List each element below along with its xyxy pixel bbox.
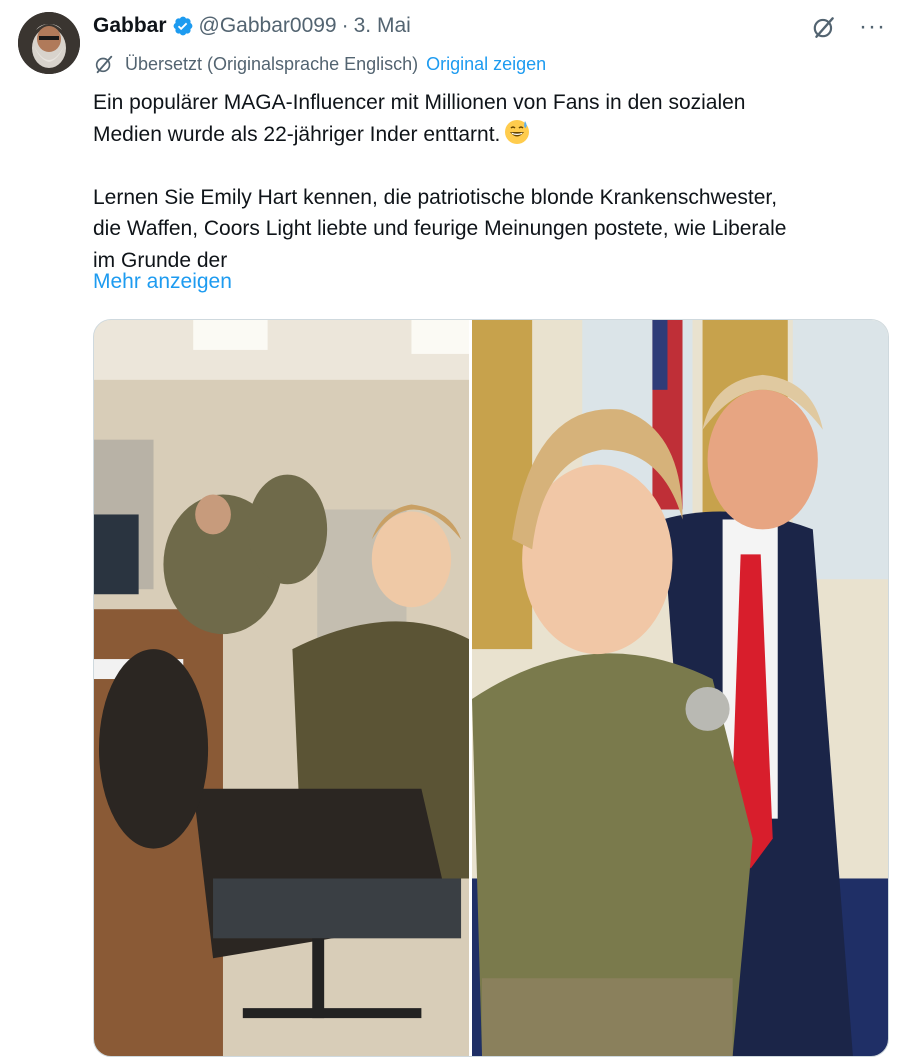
tweet-line: Medien wurde als 22-jähriger Inder entta… [93,122,501,146]
separator: · [341,14,349,37]
tweet-line-with-emoji: Medien wurde als 22-jähriger Inder entta… [93,119,883,151]
photo-office[interactable] [94,320,472,1056]
tweet-line: die Waffen, Coors Light liebte und feuri… [93,217,787,240]
photo-selfie-image [472,320,888,1056]
header-actions: ··· [811,14,886,40]
media-grid [93,319,889,1057]
show-original-link[interactable]: Original zeigen [426,54,546,75]
timestamp[interactable]: 3. Mai [354,14,411,38]
translation-label: Übersetzt (Originalsprache Englisch) [125,53,419,74]
grinning-sweat-emoji [505,119,530,144]
tweet-text: Ein populärer MAGA-Influencer mit Millio… [93,87,883,276]
show-more-link[interactable]: Mehr anzeigen [93,270,232,294]
photo-selfie[interactable] [472,320,888,1056]
avatar[interactable] [18,12,80,74]
display-name[interactable]: Gabbar [93,14,167,38]
translate-icon [95,55,113,74]
verified-badge-icon[interactable] [172,15,194,37]
tweet-header: Gabbar @Gabbar0099 · 3. Mai [93,14,411,38]
tweet-line: Ein populärer MAGA-Influencer mit Millio… [93,91,746,114]
grok-icon[interactable] [811,14,837,40]
translation-notice: Übersetzt (Originalsprache Englisch) Ori… [93,53,546,75]
avatar-image [18,12,80,74]
more-icon[interactable]: ··· [859,15,886,39]
photo-office-image [94,320,469,1056]
handle[interactable]: @Gabbar0099 [199,14,337,38]
tweet-line: Lernen Sie Emily Hart kennen, die patrio… [93,185,778,209]
